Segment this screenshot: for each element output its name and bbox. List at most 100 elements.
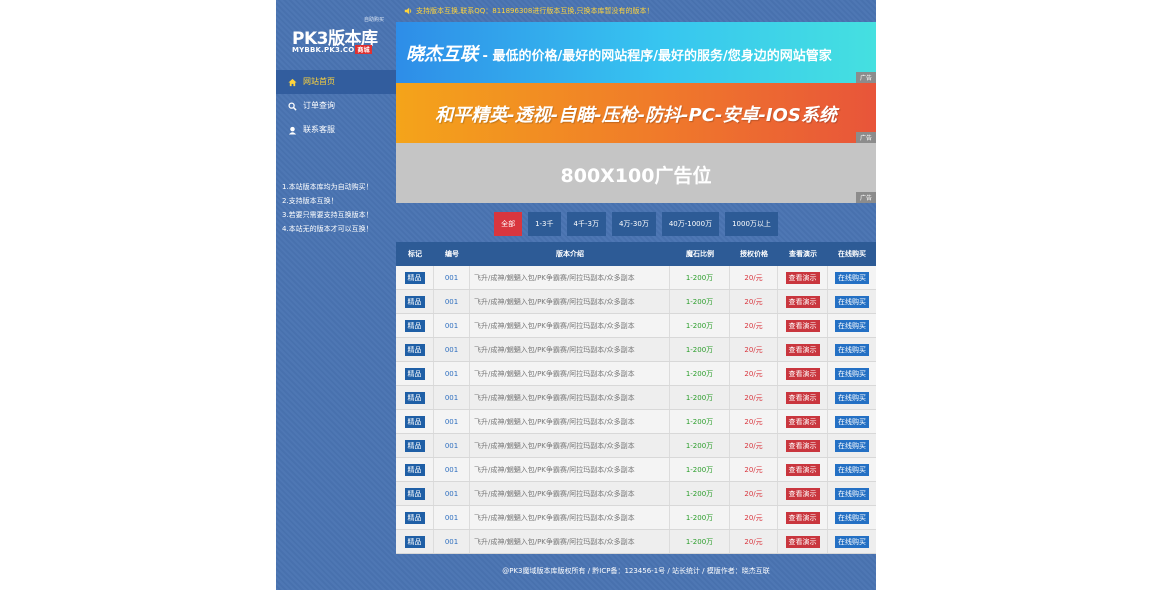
cell-id: 001 xyxy=(434,266,470,289)
cell-price: 20/元 xyxy=(730,482,778,505)
view-demo-button[interactable]: 查看演示 xyxy=(785,440,820,452)
buy-online-button[interactable]: 在线购买 xyxy=(835,344,869,356)
nav-item-label: 网站首页 xyxy=(303,77,335,86)
table-header: 标记 编号 版本介绍 魔石比例 授权价格 查看演示 在线购买 xyxy=(396,242,876,266)
buy-online-button[interactable]: 在线购买 xyxy=(835,272,869,284)
header-id: 编号 xyxy=(445,250,459,258)
buy-online-button[interactable]: 在线购买 xyxy=(835,512,869,524)
cell-desc: 飞升/成神/魍魉入包/PK争霸赛/阿拉玛副本/众多副本 xyxy=(470,386,670,409)
logo-sub-text: MYBBK.PK3.CO 商城 xyxy=(292,45,372,54)
view-demo-button[interactable]: 查看演示 xyxy=(785,344,820,356)
cell-tag: 精品 xyxy=(396,362,434,385)
cell-demo: 查看演示 xyxy=(778,290,828,313)
header-demo: 查看演示 xyxy=(789,250,817,258)
view-demo-button[interactable]: 查看演示 xyxy=(785,392,820,404)
table-row: 精品 001 飞升/成神/魍魉入包/PK争霸赛/阿拉玛副本/众多副本 1-200万 20… xyxy=(396,410,876,434)
cell-ratio: 1-200万 xyxy=(670,362,730,385)
cell-buy: 在线购买 xyxy=(828,458,876,481)
cell-price: 20/元 xyxy=(730,434,778,457)
view-demo-button[interactable]: 查看演示 xyxy=(785,320,820,332)
table-row: 精品 001 飞升/成神/魍魉入包/PK争霸赛/阿拉玛副本/众多副本 1-200万 20… xyxy=(396,362,876,386)
note-item: 2.支持版本互换！ xyxy=(282,197,338,205)
nav-item-label: 联系客服 xyxy=(303,125,335,134)
view-demo-button[interactable]: 查看演示 xyxy=(785,416,820,428)
nav-item-order-query[interactable]: 订单查询 xyxy=(276,94,396,118)
filter-4k-30k[interactable]: 4千-3万 xyxy=(566,212,606,236)
cell-id: 001 xyxy=(434,458,470,481)
cell-id: 001 xyxy=(434,362,470,385)
table-row: 精品 001 飞升/成神/魍魉入包/PK争霸赛/阿拉玛副本/众多副本 1-200万 20… xyxy=(396,290,876,314)
notice-text: 支持版本互换,联系QQ：811896308进行版本互换,只换本库暂没有的版本！ xyxy=(416,7,654,15)
cell-price: 20/元 xyxy=(730,458,778,481)
premium-tag: 精品 xyxy=(404,296,425,308)
cell-price: 20/元 xyxy=(730,362,778,385)
view-demo-button[interactable]: 查看演示 xyxy=(785,512,820,524)
cell-buy: 在线购买 xyxy=(828,362,876,385)
view-demo-button[interactable]: 查看演示 xyxy=(785,272,820,284)
footer: @PK3魔域版本库版权所有 / 黔ICP备：123456-1号 / 站长统计 /… xyxy=(502,567,770,575)
banner-1-text: 晓杰互联 - 最低的价格/最好的网站程序/最好的服务/您身边的网站管家 xyxy=(406,40,832,66)
banner-game[interactable]: 和平精英-透视-自瞄-压枪-防抖-PC-安卓-IOS系统 广告 xyxy=(396,83,876,143)
cell-price: 20/元 xyxy=(730,338,778,361)
cell-demo: 查看演示 xyxy=(778,530,828,553)
premium-tag: 精品 xyxy=(404,392,425,404)
cell-price: 20/元 xyxy=(730,314,778,337)
premium-tag: 精品 xyxy=(404,320,425,332)
banner-xiaojie[interactable]: 晓杰互联 - 最低的价格/最好的网站程序/最好的服务/您身边的网站管家 广告 xyxy=(396,22,876,83)
banner-1-brand: 晓杰互联 xyxy=(406,44,478,65)
ad-label: 广告 xyxy=(855,132,876,143)
cell-ratio: 1-200万 xyxy=(670,434,730,457)
buy-online-button[interactable]: 在线购买 xyxy=(835,440,869,452)
view-demo-button[interactable]: 查看演示 xyxy=(785,488,820,500)
buy-online-button[interactable]: 在线购买 xyxy=(835,488,869,500)
header-ratio: 魔石比例 xyxy=(686,250,714,258)
buy-online-button[interactable]: 在线购买 xyxy=(835,464,869,476)
filter-all[interactable]: 全部 xyxy=(494,212,523,236)
view-demo-button[interactable]: 查看演示 xyxy=(785,368,820,380)
cell-desc: 飞升/成神/魍魉入包/PK争霸赛/阿拉玛副本/众多副本 xyxy=(470,314,670,337)
cell-buy: 在线购买 xyxy=(828,266,876,289)
cell-buy: 在线购买 xyxy=(828,410,876,433)
nav-item-contact[interactable]: 联系客服 xyxy=(276,118,396,142)
buy-online-button[interactable]: 在线购买 xyxy=(835,368,869,380)
premium-tag: 精品 xyxy=(404,536,425,548)
buy-online-button[interactable]: 在线购买 xyxy=(835,392,869,404)
buy-online-button[interactable]: 在线购买 xyxy=(835,536,869,548)
view-demo-button[interactable]: 查看演示 xyxy=(785,296,820,308)
buy-online-button[interactable]: 在线购买 xyxy=(835,416,869,428)
cell-id: 001 xyxy=(434,410,470,433)
filter-400k-10m[interactable]: 40万-1000万 xyxy=(661,212,720,236)
filter-10m-plus[interactable]: 1000万以上 xyxy=(725,212,778,236)
header-buy: 在线购买 xyxy=(838,250,866,258)
cell-tag: 精品 xyxy=(396,386,434,409)
note-item: 4.本站无的版本才可以互换！ xyxy=(282,225,373,233)
cell-id: 001 xyxy=(434,290,470,313)
view-demo-button[interactable]: 查看演示 xyxy=(785,464,820,476)
cell-tag: 精品 xyxy=(396,338,434,361)
site-logo[interactable]: 自助购买 PK3版本库 MYBBK.PK3.CO 商城 xyxy=(292,16,384,56)
buy-online-button[interactable]: 在线购买 xyxy=(835,320,869,332)
cell-ratio: 1-200万 xyxy=(670,482,730,505)
header-price: 授权价格 xyxy=(740,250,768,258)
cell-tag: 精品 xyxy=(396,434,434,457)
cell-demo: 查看演示 xyxy=(778,458,828,481)
logo-tag: 商城 xyxy=(355,45,372,54)
filter-40k-300k[interactable]: 4万-30万 xyxy=(611,212,656,236)
cell-desc: 飞升/成神/魍魉入包/PK争霸赛/阿拉玛副本/众多副本 xyxy=(470,482,670,505)
cell-buy: 在线购买 xyxy=(828,506,876,529)
cell-tag: 精品 xyxy=(396,410,434,433)
nav-item-home[interactable]: 网站首页 xyxy=(276,70,396,94)
banner-placeholder[interactable]: 800X100广告位 广告 xyxy=(396,143,876,203)
cell-desc: 飞升/成神/魍魉入包/PK争霸赛/阿拉玛副本/众多副本 xyxy=(470,434,670,457)
view-demo-button[interactable]: 查看演示 xyxy=(785,536,820,548)
filter-1-3k[interactable]: 1-3千 xyxy=(528,212,561,236)
cell-desc: 飞升/成神/魍魉入包/PK争霸赛/阿拉玛副本/众多副本 xyxy=(470,362,670,385)
cell-demo: 查看演示 xyxy=(778,434,828,457)
cell-id: 001 xyxy=(434,434,470,457)
logo-small-text: 自助购买 xyxy=(363,17,384,23)
table-row: 精品 001 飞升/成神/魍魉入包/PK争霸赛/阿拉玛副本/众多副本 1-200万 20… xyxy=(396,314,876,338)
page-container: 自助购买 PK3版本库 MYBBK.PK3.CO 商城 网站首页 订单查询 联系客… xyxy=(276,0,876,590)
premium-tag: 精品 xyxy=(404,368,425,380)
banner-2-text: 和平精英-透视-自瞄-压枪-防抖-PC-安卓-IOS系统 xyxy=(435,105,837,126)
buy-online-button[interactable]: 在线购买 xyxy=(835,296,869,308)
